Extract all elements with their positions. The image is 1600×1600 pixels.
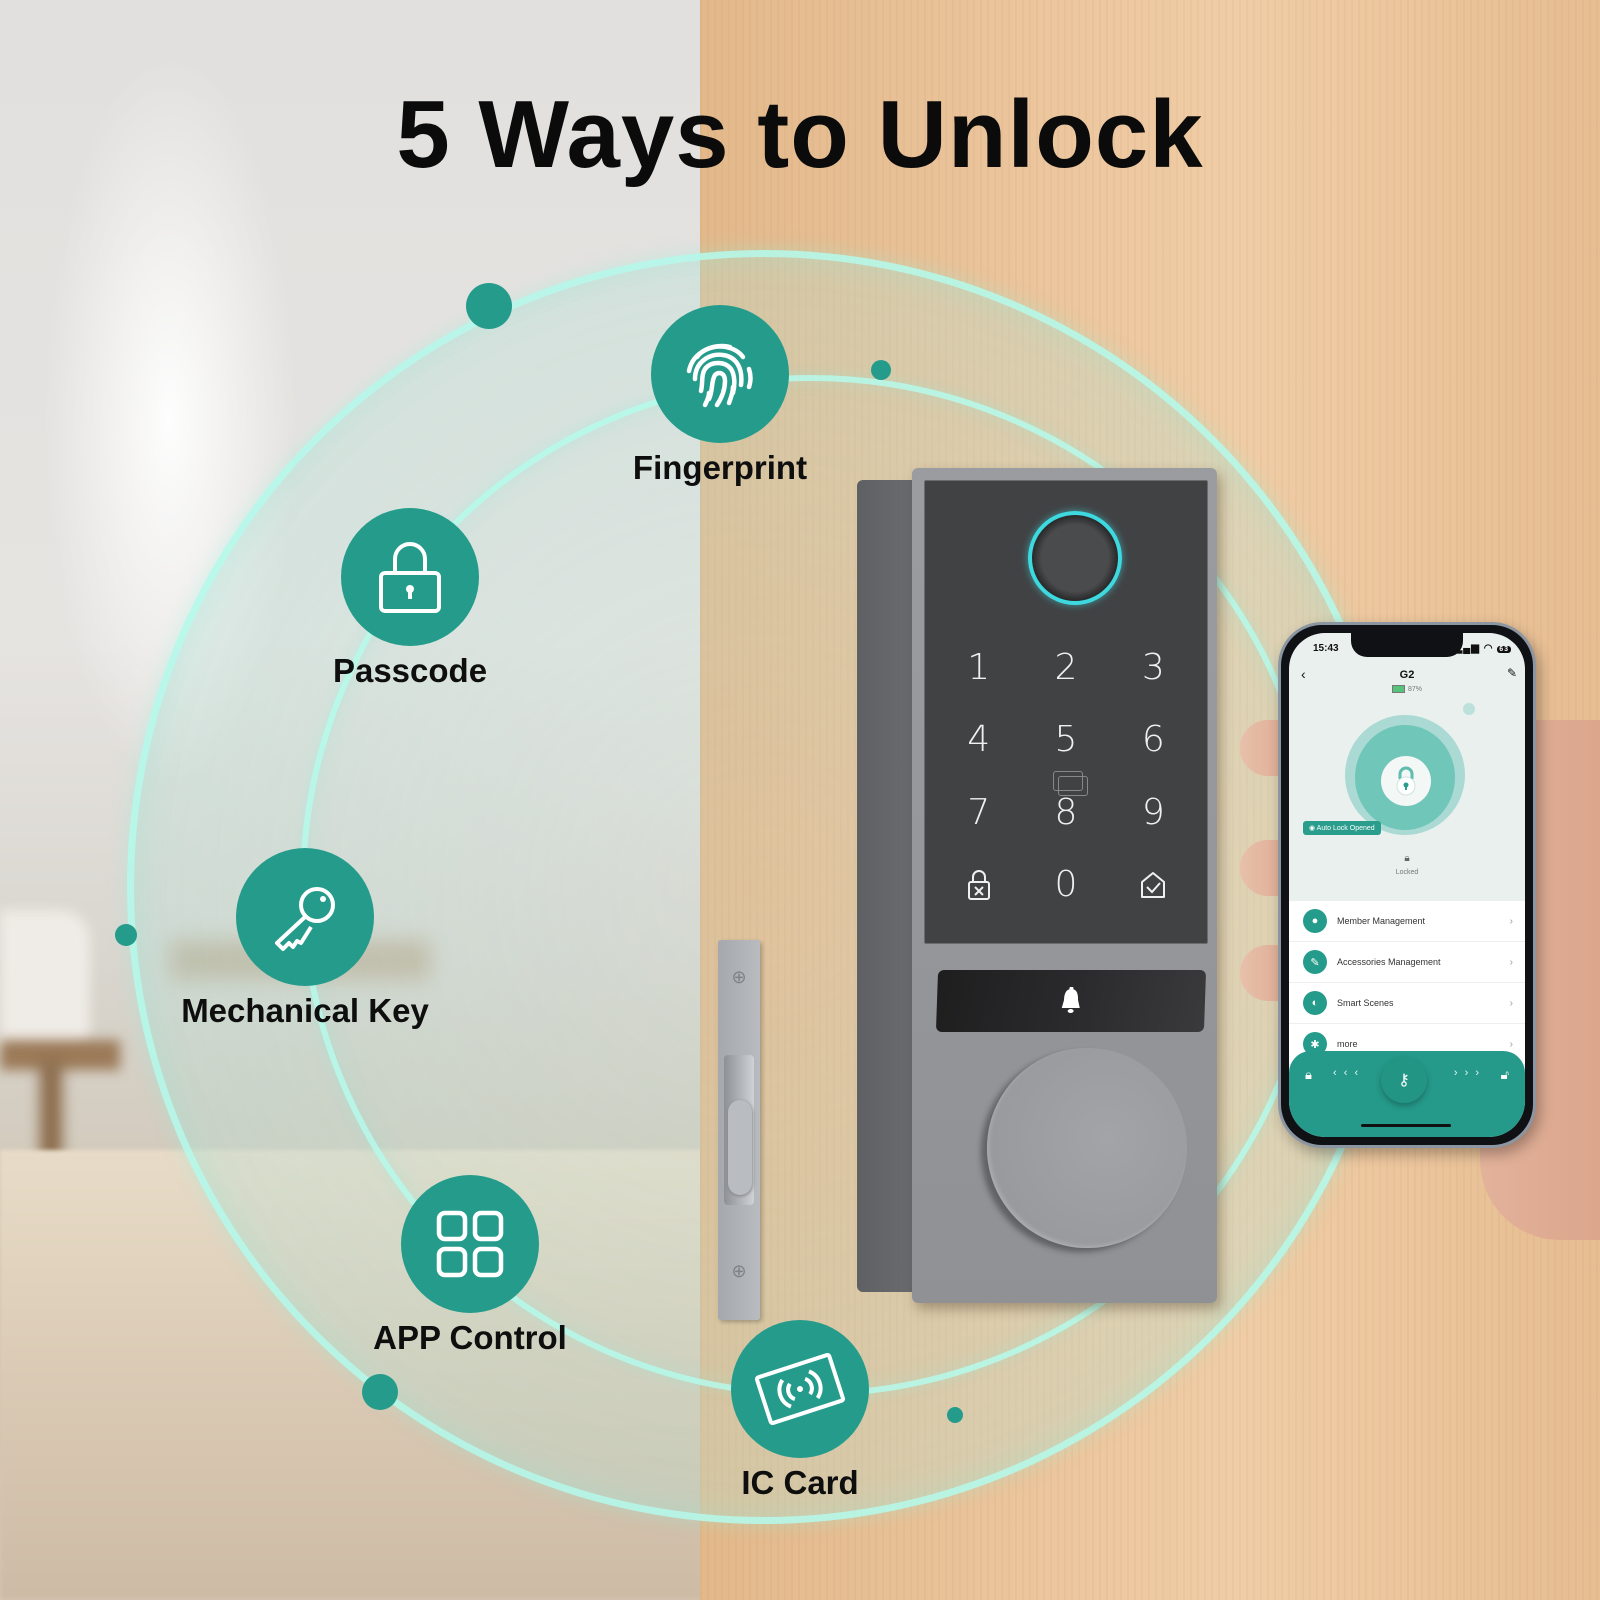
method-ic-card: IC Card [700,1320,900,1502]
chevron-left-icon: ‹ ‹ ‹ [1333,1067,1361,1079]
ring-dot [362,1374,398,1410]
product-banner: 5 Ways to Unlock ⊕ ⊕ 1 2 3 4 5 6 7 8 9 0… [0,0,1600,1600]
fingerprint-sensor[interactable] [1028,511,1122,605]
toggle-icon: ◐ [1303,991,1327,1015]
settings-list: ● Member Management › ✎ Accessories Mana… [1289,901,1525,1065]
battery-icon [1391,685,1405,693]
status-icons: ▂▄▆ ◠ 63 [1454,643,1511,654]
chevron-right-icon: › [1509,1038,1513,1050]
chevron-right-icon: › › › [1453,1067,1481,1079]
ring-dot [466,283,512,329]
method-label: IC Card [741,1464,859,1501]
doorbell-button[interactable] [935,970,1207,1032]
lock-cancel-key[interactable] [935,849,1022,922]
list-item[interactable]: ◐ Smart Scenes › [1289,983,1525,1024]
confirm-key[interactable] [1110,849,1197,922]
home-check-icon [1141,871,1166,898]
lock-x-icon [967,869,990,900]
key-0[interactable]: 0 [1022,849,1109,922]
key-icon: ⚷ [1398,1072,1410,1089]
chevron-right-icon: › [1509,997,1513,1009]
method-passcode: Passcode [310,508,510,690]
lock-toggle-button[interactable] [1381,756,1431,806]
chevron-right-icon: › [1509,915,1513,927]
member-icon: ● [1303,909,1327,933]
deadbolt [728,1100,752,1195]
unlock-icon[interactable]: 🔓︎ [1501,1067,1509,1083]
method-mechanical-key: Mechanical Key [170,848,440,1030]
method-label: Passcode [332,652,488,689]
passcode-badge [341,508,479,646]
page-title: 5 Ways to Unlock [396,81,1204,188]
screw-icon: ⊕ [731,1261,747,1281]
floor [0,1150,705,1600]
key-1[interactable]: 1 [935,631,1022,704]
key-9[interactable]: 9 [1110,776,1197,849]
key-4[interactable]: 4 [935,704,1022,777]
method-label: Mechanical Key [181,992,429,1029]
lock-icon[interactable]: 🔒︎ [1305,1067,1312,1083]
fingerprint-badge [651,305,789,443]
auto-lock-badge: ◉ Auto Lock Opened [1303,821,1381,835]
key-6[interactable]: 6 [1110,704,1197,777]
chevron-right-icon: › [1509,956,1513,968]
lock-state: Locked [1395,869,1419,876]
ic-card-badge [731,1320,869,1458]
nfc-card-icon [754,1352,846,1426]
signal-icon: ▂▄▆ [1454,643,1480,654]
card-reader-icon [1053,771,1088,796]
ring-dot [115,924,137,946]
wifi-icon: ◠ [1483,643,1494,654]
app-grid-icon [436,1210,504,1278]
screw-icon: ⊕ [731,967,747,987]
unlock-slider-bar: 🔒︎ ‹ ‹ ‹ ⚷ › › › 🔓︎ [1289,1051,1525,1137]
method-fingerprint: Fingerprint [620,305,820,487]
small-lock-icon: 🔒︎ [1404,853,1410,864]
unlock-slider-handle[interactable]: ⚷ [1381,1057,1427,1103]
key-5[interactable]: 5 [1022,704,1109,777]
device-name: G2 [1399,669,1415,681]
thumb-turn-knob[interactable] [987,1048,1187,1248]
blurred-sofa [0,910,90,1050]
smartphone: 15:43 ▂▄▆ ◠ 63 ‹ G2 ✎ 87% ◉ Auto Lock Op… [1278,622,1536,1148]
fingerprint-icon [686,343,753,408]
method-label: Fingerprint [632,449,808,486]
ring-dot [947,1407,963,1423]
padlock-icon [1396,766,1416,796]
strike-plate: ⊕ ⊕ [718,940,760,1320]
key-3[interactable]: 3 [1110,631,1197,704]
home-indicator [1361,1124,1451,1127]
accessories-icon: ✎ [1303,950,1327,974]
keypad-panel: 1 2 3 4 5 6 7 8 9 0 [924,480,1208,944]
edit-icon[interactable]: ✎ [1507,666,1517,680]
app-screen: 15:43 ▂▄▆ ◠ 63 ‹ G2 ✎ 87% ◉ Auto Lock Op… [1289,633,1525,1137]
status-time: 15:43 [1313,643,1339,654]
key-badge [236,848,374,986]
list-item[interactable]: ✎ Accessories Management › [1289,942,1525,983]
key-icon [275,887,335,951]
key-2[interactable]: 2 [1022,631,1109,704]
battery-status: 63 [1497,646,1511,653]
device-battery: 87% [1289,685,1525,693]
room-background [0,0,705,1600]
list-item[interactable]: ● Member Management › [1289,901,1525,942]
method-label: APP Control [373,1319,567,1356]
status-bar: 15:43 ▂▄▆ ◠ 63 [1313,643,1511,654]
app-badge [401,1175,539,1313]
bell-icon [1061,987,1080,1013]
ring-dot [871,360,891,380]
method-app-control: APP Control [370,1175,570,1357]
smart-lock: 1 2 3 4 5 6 7 8 9 0 [857,468,1237,1308]
padlock-icon [379,542,441,613]
key-7[interactable]: 7 [935,776,1022,849]
